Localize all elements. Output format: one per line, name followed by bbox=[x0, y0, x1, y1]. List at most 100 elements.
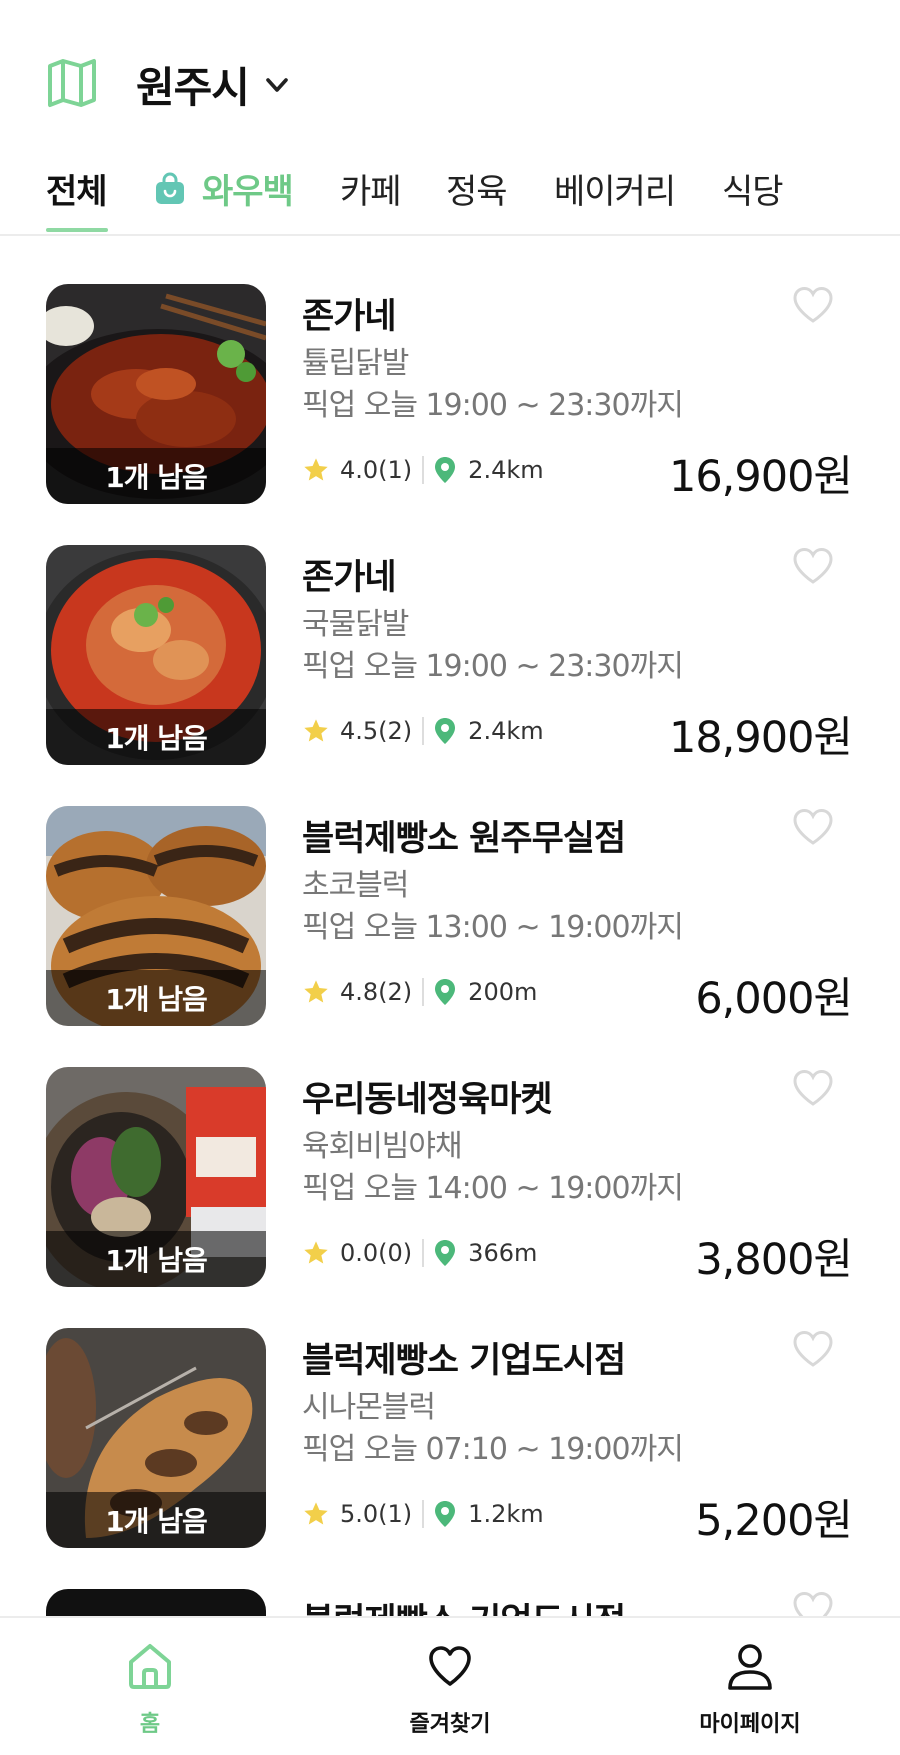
tab-restaurant-label: 식당 bbox=[722, 172, 784, 212]
tab-butcher-label: 정육 bbox=[446, 172, 508, 212]
store-name: 우리동네정육마켓 bbox=[302, 1080, 553, 1120]
price: 6,000원 bbox=[695, 974, 853, 1024]
nav-home-label: 홈 bbox=[139, 1712, 161, 1737]
tab-butcher[interactable]: 정육 bbox=[446, 164, 508, 213]
nav-mypage-label: 마이페이지 bbox=[699, 1712, 801, 1737]
remaining-badge: 1개 남음 bbox=[46, 1492, 266, 1548]
rating: 4.0(1) bbox=[340, 456, 413, 484]
list-item[interactable]: 1개 남음 블럭제빵소 기업도시점 시나몬블럭 픽업 오늘 07:10 ~ 19… bbox=[0, 1282, 900, 1548]
product-name: 국물닭발 bbox=[302, 607, 409, 642]
heart-icon[interactable] bbox=[792, 286, 834, 324]
nav-favorites-label: 즐겨찾기 bbox=[409, 1712, 491, 1737]
product-thumbnail: 1개 남음 bbox=[46, 545, 266, 765]
nav-home[interactable]: 홈 bbox=[0, 1618, 300, 1755]
tab-bakery-label: 베이커리 bbox=[554, 172, 676, 212]
distance: 366m bbox=[468, 1239, 538, 1267]
user-icon bbox=[728, 1644, 772, 1690]
price: 18,900원 bbox=[668, 713, 853, 763]
star-icon bbox=[304, 458, 328, 481]
heart-icon[interactable] bbox=[792, 547, 834, 585]
tab-cafe[interactable]: 카페 bbox=[340, 164, 402, 213]
home-icon bbox=[129, 1644, 171, 1689]
heart-icon[interactable] bbox=[792, 1069, 834, 1107]
product-thumbnail: 1개 남음 bbox=[46, 284, 266, 504]
tab-restaurant[interactable]: 식당 bbox=[722, 164, 784, 213]
product-image bbox=[46, 1589, 266, 1616]
remaining-badge: 1개 남음 bbox=[46, 1231, 266, 1287]
heart-icon bbox=[429, 1646, 471, 1686]
city-selector[interactable]: 원주시 bbox=[136, 54, 291, 115]
tab-all[interactable]: 전체 bbox=[46, 164, 108, 213]
heart-icon[interactable] bbox=[792, 1591, 834, 1616]
distance: 2.4km bbox=[468, 456, 544, 484]
divider bbox=[422, 456, 425, 484]
star-icon bbox=[304, 1241, 328, 1264]
star-icon bbox=[304, 980, 328, 1003]
list-item[interactable]: 1개 남음 존가네 튤립닭발 픽업 오늘 19:00 ~ 23:30까지 4.0… bbox=[0, 238, 900, 504]
bottom-navigation: 홈 즐겨찾기 마이페이지 bbox=[0, 1616, 900, 1755]
product-thumbnail bbox=[46, 1589, 266, 1616]
location-pin-icon bbox=[435, 718, 456, 744]
tab-cafe-label: 카페 bbox=[340, 172, 402, 212]
pickup-time: 픽업 오늘 19:00 ~ 23:30까지 bbox=[302, 649, 684, 684]
store-name: 블럭제빵소 기업도시점 bbox=[302, 1341, 626, 1381]
location-pin-icon bbox=[435, 457, 456, 483]
store-name: 블럭제빵소 기업도시점 bbox=[302, 1593, 626, 1616]
divider bbox=[422, 717, 425, 745]
pickup-time: 픽업 오늘 19:00 ~ 23:30까지 bbox=[302, 388, 684, 423]
product-name: 초코블럭 bbox=[302, 868, 409, 903]
product-name: 튤립닭발 bbox=[302, 346, 409, 381]
heart-icon[interactable] bbox=[792, 1330, 834, 1368]
store-name: 존가네 bbox=[302, 558, 397, 598]
item-meta: 4.0(1) 2.4km bbox=[302, 456, 544, 484]
item-meta: 4.8(2) 200m bbox=[302, 978, 537, 1006]
rating: 4.8(2) bbox=[340, 978, 413, 1006]
list-item[interactable]: 1개 남음 우리동네정육마켓 육회비빔야채 픽업 오늘 14:00 ~ 19:0… bbox=[0, 1021, 900, 1287]
remaining-badge: 1개 남음 bbox=[46, 709, 266, 765]
tab-all-label: 전체 bbox=[46, 172, 108, 212]
shopping-bag-icon bbox=[156, 172, 184, 204]
pickup-time: 픽업 오늘 13:00 ~ 19:00까지 bbox=[302, 910, 684, 945]
city-label: 원주시 bbox=[136, 63, 250, 112]
price: 5,200원 bbox=[695, 1496, 853, 1546]
item-meta: 0.0(0) 366m bbox=[302, 1239, 537, 1267]
nav-favorites[interactable]: 즐겨찾기 bbox=[300, 1618, 600, 1755]
product-name: 육회비빔야채 bbox=[302, 1129, 463, 1164]
product-thumbnail: 1개 남음 bbox=[46, 1067, 266, 1287]
product-thumbnail: 1개 남음 bbox=[46, 806, 266, 1026]
tab-wowbag[interactable]: 와우백 bbox=[154, 164, 294, 213]
product-name: 시나몬블럭 bbox=[302, 1390, 436, 1425]
list-item[interactable]: 블럭제빵소 기업도시점 bbox=[0, 1543, 900, 1616]
divider bbox=[422, 1239, 425, 1267]
distance: 1.2km bbox=[468, 1500, 544, 1528]
distance: 2.4km bbox=[468, 717, 544, 745]
store-name: 존가네 bbox=[302, 297, 397, 337]
remaining-badge: 1개 남음 bbox=[46, 970, 266, 1026]
store-name: 블럭제빵소 원주무실점 bbox=[302, 819, 626, 859]
pickup-time: 픽업 오늘 14:00 ~ 19:00까지 bbox=[302, 1171, 684, 1206]
divider bbox=[422, 978, 425, 1006]
tab-bakery[interactable]: 베이커리 bbox=[554, 164, 676, 213]
active-tab-indicator bbox=[46, 228, 108, 232]
nav-mypage[interactable]: 마이페이지 bbox=[600, 1618, 900, 1755]
item-meta: 5.0(1) 1.2km bbox=[302, 1500, 544, 1528]
map-icon[interactable] bbox=[46, 58, 98, 108]
app-header: 원주시 bbox=[0, 0, 900, 140]
item-meta: 4.5(2) 2.4km bbox=[302, 717, 544, 745]
pickup-time: 픽업 오늘 07:10 ~ 19:00까지 bbox=[302, 1432, 684, 1467]
rating: 5.0(1) bbox=[340, 1500, 413, 1528]
heart-icon[interactable] bbox=[792, 808, 834, 846]
divider bbox=[422, 1500, 425, 1528]
list-item[interactable]: 1개 남음 존가네 국물닭발 픽업 오늘 19:00 ~ 23:30까지 4.5… bbox=[0, 499, 900, 765]
product-list: 1개 남음 존가네 튤립닭발 픽업 오늘 19:00 ~ 23:30까지 4.0… bbox=[0, 238, 900, 1616]
location-pin-icon bbox=[435, 979, 456, 1005]
product-thumbnail: 1개 남음 bbox=[46, 1328, 266, 1548]
location-pin-icon bbox=[435, 1501, 456, 1527]
price: 3,800원 bbox=[695, 1235, 853, 1285]
list-item[interactable]: 1개 남음 블럭제빵소 원주무실점 초코블럭 픽업 오늘 13:00 ~ 19:… bbox=[0, 760, 900, 1026]
price: 16,900원 bbox=[668, 452, 853, 502]
distance: 200m bbox=[468, 978, 538, 1006]
rating: 4.5(2) bbox=[340, 717, 413, 745]
rating: 0.0(0) bbox=[340, 1239, 413, 1267]
tab-wowbag-label: 와우백 bbox=[202, 172, 294, 212]
